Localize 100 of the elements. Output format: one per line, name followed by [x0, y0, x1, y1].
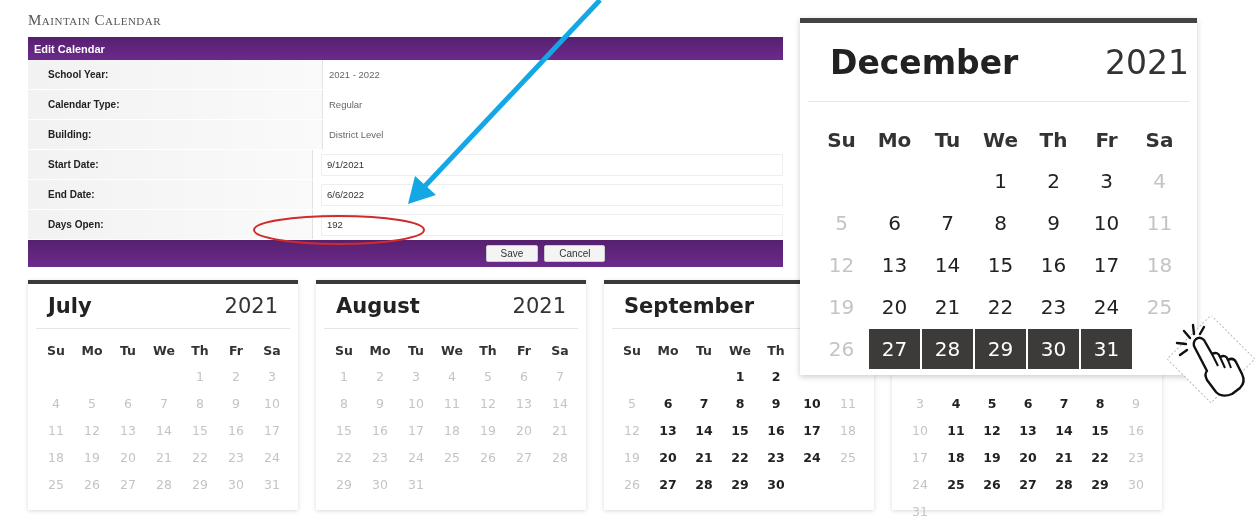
calendar-day[interactable]: 21: [146, 445, 182, 470]
calendar-day[interactable]: 27: [110, 472, 146, 497]
calendar-day[interactable]: 15: [182, 418, 218, 443]
calendar-day[interactable]: 25: [1133, 287, 1186, 327]
calendar-day[interactable]: 29: [326, 472, 362, 497]
calendar-day[interactable]: 27: [1010, 472, 1046, 497]
calendar-day[interactable]: 23: [758, 445, 794, 470]
calendar-day[interactable]: 17: [1080, 245, 1133, 285]
calendar-day[interactable]: 11: [38, 418, 74, 443]
calendar-day[interactable]: 20: [506, 418, 542, 443]
calendar-day[interactable]: 14: [686, 418, 722, 443]
calendar-day[interactable]: 20: [110, 445, 146, 470]
calendar-day[interactable]: 3: [902, 391, 938, 416]
calendar-day[interactable]: 26: [815, 329, 868, 369]
calendar-day[interactable]: 3: [1080, 161, 1133, 201]
calendar-day[interactable]: 6: [868, 203, 921, 243]
calendar-day[interactable]: 6: [110, 391, 146, 416]
calendar-day[interactable]: 25: [38, 472, 74, 497]
calendar-day[interactable]: 7: [542, 364, 578, 389]
calendar-day[interactable]: 4: [434, 364, 470, 389]
calendar-day[interactable]: 13: [650, 418, 686, 443]
calendar-day[interactable]: 6: [506, 364, 542, 389]
calendar-day[interactable]: 9: [218, 391, 254, 416]
calendar-day[interactable]: 24: [1080, 287, 1133, 327]
calendar-day[interactable]: 10: [794, 391, 830, 416]
calendar-day[interactable]: 31: [398, 472, 434, 497]
calendar-day[interactable]: 10: [902, 418, 938, 443]
calendar-day[interactable]: 24: [902, 472, 938, 497]
calendar-day[interactable]: 25: [938, 472, 974, 497]
calendar-day[interactable]: 15: [326, 418, 362, 443]
calendar-day[interactable]: 24: [398, 445, 434, 470]
input-field[interactable]: 192: [321, 213, 783, 236]
calendar-day[interactable]: 14: [921, 245, 974, 285]
calendar-day[interactable]: 14: [1046, 418, 1082, 443]
calendar-day[interactable]: 18: [38, 445, 74, 470]
calendar-day[interactable]: 28: [542, 445, 578, 470]
calendar-day[interactable]: 19: [974, 445, 1010, 470]
calendar-day[interactable]: 12: [470, 391, 506, 416]
calendar-day[interactable]: 11: [830, 391, 866, 416]
calendar-day[interactable]: 17: [398, 418, 434, 443]
calendar-day[interactable]: 15: [1082, 418, 1118, 443]
calendar-day[interactable]: 13: [868, 245, 921, 285]
form-button[interactable]: Save: [485, 245, 539, 262]
calendar-day[interactable]: 21: [686, 445, 722, 470]
calendar-day[interactable]: 26: [470, 445, 506, 470]
calendar-day[interactable]: 7: [921, 203, 974, 243]
calendar-day[interactable]: 28: [1046, 472, 1082, 497]
calendar-day[interactable]: 31: [1081, 329, 1132, 369]
calendar-day[interactable]: 9: [1118, 391, 1154, 416]
calendar-day[interactable]: 29: [1082, 472, 1118, 497]
calendar-day[interactable]: 24: [254, 445, 290, 470]
calendar-day[interactable]: 2: [218, 364, 254, 389]
calendar-day[interactable]: 16: [1027, 245, 1080, 285]
calendar-day[interactable]: 26: [74, 472, 110, 497]
calendar-day[interactable]: 27: [869, 329, 920, 369]
calendar-day[interactable]: 4: [1133, 161, 1186, 201]
calendar-day[interactable]: 4: [938, 391, 974, 416]
calendar-day[interactable]: 15: [722, 418, 758, 443]
calendar-day[interactable]: 25: [434, 445, 470, 470]
calendar-day[interactable]: 20: [1010, 445, 1046, 470]
calendar-day[interactable]: 30: [1028, 329, 1079, 369]
calendar-day[interactable]: 8: [1082, 391, 1118, 416]
calendar-day[interactable]: 5: [974, 391, 1010, 416]
calendar-day[interactable]: 6: [1010, 391, 1046, 416]
calendar-day[interactable]: 6: [650, 391, 686, 416]
calendar-day[interactable]: 13: [110, 418, 146, 443]
calendar-day[interactable]: 31: [902, 499, 938, 523]
calendar-day[interactable]: 19: [470, 418, 506, 443]
calendar-day[interactable]: 23: [362, 445, 398, 470]
calendar-day[interactable]: 5: [815, 203, 868, 243]
calendar-day[interactable]: 9: [1027, 203, 1080, 243]
calendar-day[interactable]: 29: [182, 472, 218, 497]
form-button[interactable]: Cancel: [544, 245, 606, 262]
calendar-day[interactable]: 29: [975, 329, 1026, 369]
calendar-day[interactable]: 30: [758, 472, 794, 497]
calendar-day[interactable]: 1: [722, 364, 758, 389]
calendar-day[interactable]: 18: [830, 418, 866, 443]
calendar-day[interactable]: 12: [74, 418, 110, 443]
calendar-day[interactable]: 22: [1082, 445, 1118, 470]
calendar-day[interactable]: 12: [815, 245, 868, 285]
calendar-day[interactable]: 27: [650, 472, 686, 497]
calendar-day[interactable]: 2: [758, 364, 794, 389]
calendar-day[interactable]: 11: [938, 418, 974, 443]
calendar-day[interactable]: 19: [815, 287, 868, 327]
calendar-day[interactable]: 30: [218, 472, 254, 497]
calendar-day[interactable]: 17: [902, 445, 938, 470]
calendar-day[interactable]: 25: [830, 445, 866, 470]
calendar-day[interactable]: 8: [974, 203, 1027, 243]
calendar-day[interactable]: 12: [974, 418, 1010, 443]
input-field[interactable]: 6/6/2022: [321, 183, 783, 206]
calendar-day[interactable]: 8: [326, 391, 362, 416]
calendar-day[interactable]: 13: [506, 391, 542, 416]
calendar-day[interactable]: 30: [362, 472, 398, 497]
calendar-day[interactable]: 22: [722, 445, 758, 470]
calendar-day[interactable]: 9: [758, 391, 794, 416]
calendar-day[interactable]: 10: [254, 391, 290, 416]
calendar-day[interactable]: 23: [1118, 445, 1154, 470]
calendar-day[interactable]: 23: [1027, 287, 1080, 327]
calendar-day[interactable]: 3: [254, 364, 290, 389]
calendar-day[interactable]: 7: [146, 391, 182, 416]
